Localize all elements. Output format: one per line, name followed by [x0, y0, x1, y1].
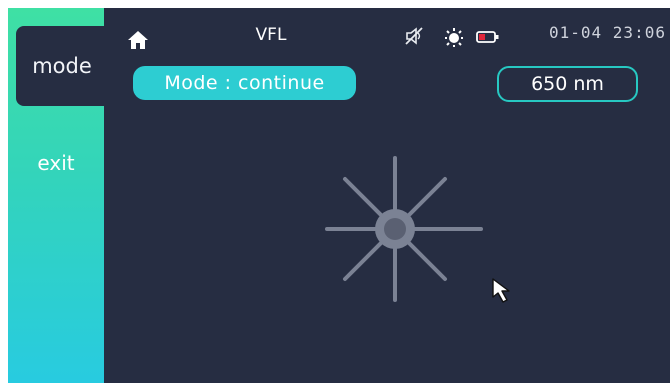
exit-button[interactable]: exit	[8, 146, 104, 180]
sidebar: mode exit	[8, 8, 108, 383]
clock: 01-04 23:06	[549, 23, 666, 42]
laser-burst-icon	[325, 156, 483, 302]
mode-status-pill[interactable]: Mode : continue	[133, 66, 356, 100]
device-screen: mode exit VFL 01-04 23:06 Mode : continu…	[8, 8, 670, 383]
home-icon[interactable]	[126, 28, 150, 52]
sound-off-icon	[405, 27, 423, 45]
mouse-cursor-icon	[492, 278, 510, 303]
page-title: VFL	[255, 25, 287, 45]
mode-button[interactable]: mode	[16, 26, 108, 106]
wavelength-pill[interactable]: 650 nm	[497, 66, 638, 102]
brightness-icon	[445, 28, 463, 47]
battery-icon	[476, 31, 499, 43]
